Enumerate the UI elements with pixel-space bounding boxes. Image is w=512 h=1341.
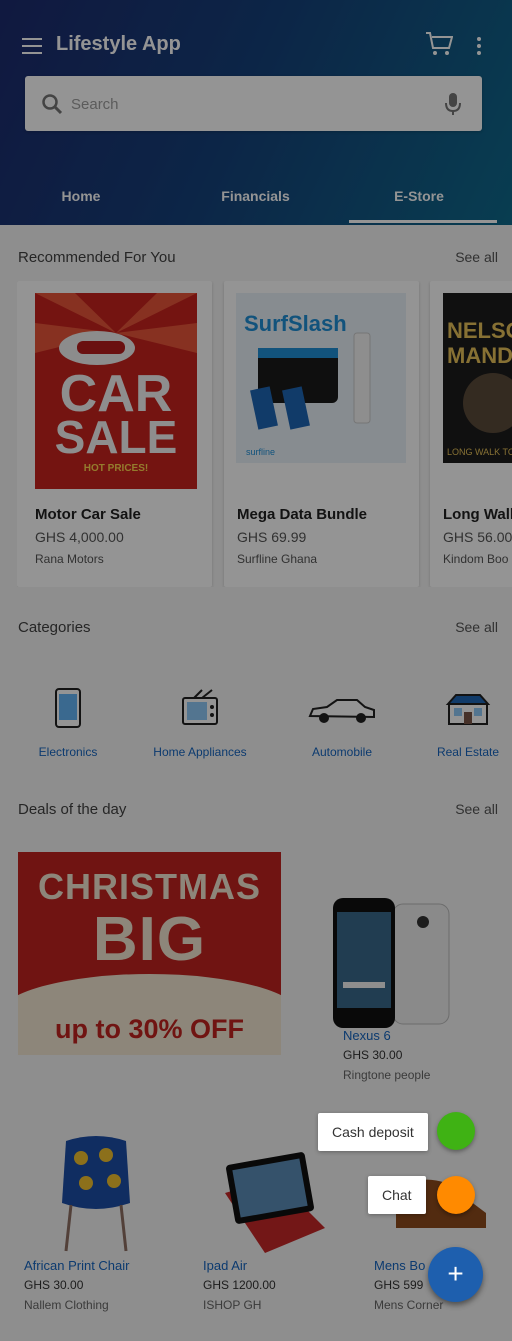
speed-dial-fab[interactable]: +	[428, 1247, 483, 1302]
speed-dial-backdrop[interactable]	[0, 0, 512, 1341]
cash-deposit-label[interactable]: Cash deposit	[318, 1113, 428, 1151]
page: Lifestyle App Home Financials E-Store	[0, 0, 512, 1341]
cash-deposit-button[interactable]	[437, 1112, 475, 1150]
chat-button[interactable]	[437, 1176, 475, 1214]
chat-label[interactable]: Chat	[368, 1176, 426, 1214]
